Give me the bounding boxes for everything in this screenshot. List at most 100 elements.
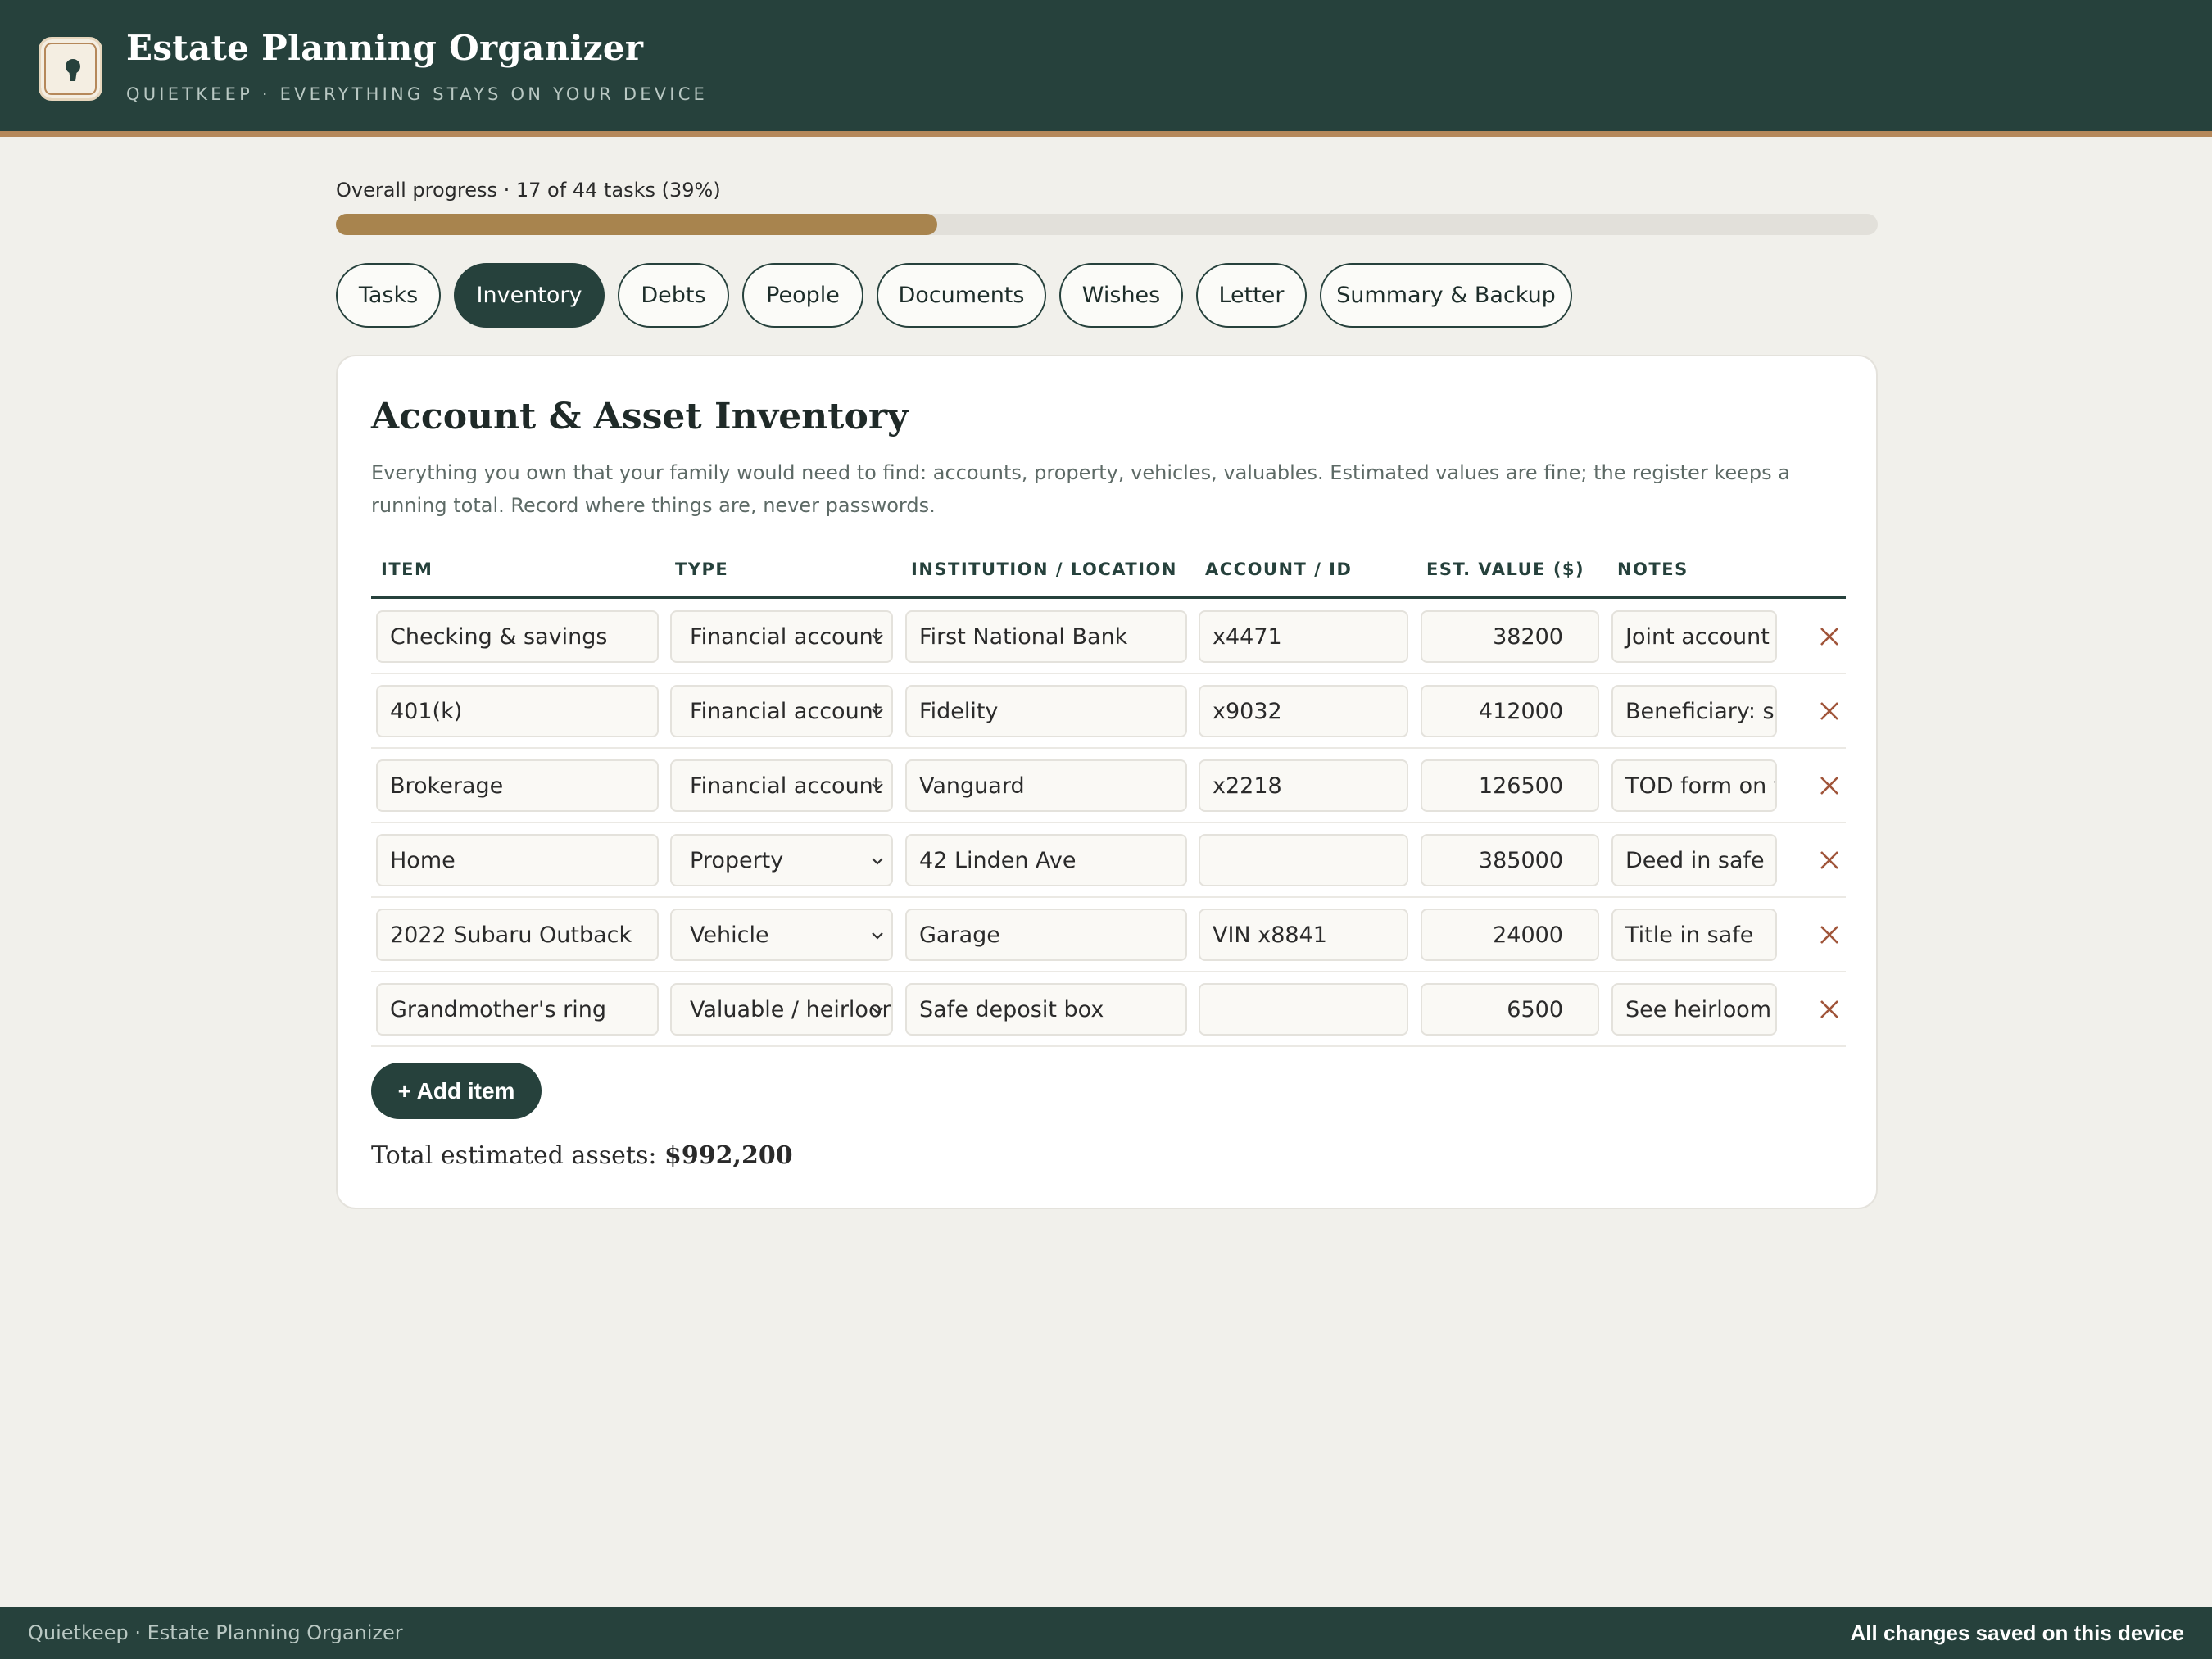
app-logo [39, 37, 102, 101]
notes-value: See heirloom l [1625, 996, 1777, 1022]
type-value: Financial account [690, 773, 882, 799]
progress-bar [336, 214, 1878, 235]
notes-input[interactable]: See heirloom l [1611, 983, 1777, 1036]
account-id-input[interactable]: VIN x8841 [1199, 909, 1408, 961]
app-footer: Quietkeep · Estate Planning Organizer Al… [0, 1607, 2212, 1659]
value-input[interactable]: 6500 [1421, 983, 1599, 1036]
value-value: 6500 [1507, 996, 1563, 1022]
value-value: 385000 [1478, 847, 1563, 873]
column-header-notes: NOTES [1617, 560, 1688, 579]
item-name-value: Brokerage [390, 773, 504, 799]
item-name-input[interactable]: Home [376, 834, 659, 886]
footer-app-name: Quietkeep · Estate Planning Organizer [28, 1621, 403, 1644]
notes-input[interactable]: Beneficiary: sp [1611, 685, 1777, 737]
account-id-input[interactable]: x4471 [1199, 610, 1408, 663]
value-input[interactable]: 126500 [1421, 759, 1599, 812]
close-icon[interactable] [1818, 774, 1841, 797]
item-name-input[interactable]: 401(k) [376, 685, 659, 737]
tab-debts[interactable]: Debts [618, 263, 729, 328]
progress-fill [336, 214, 937, 235]
save-status: All changes saved on this device [1850, 1620, 2184, 1645]
notes-value: Title in safe [1625, 922, 1754, 948]
account-id-value: VIN x8841 [1213, 922, 1327, 948]
tab-summary-backup[interactable]: Summary & Backup [1320, 263, 1572, 328]
inventory-card: Account & Asset Inventory Everything you… [336, 355, 1878, 1209]
app-title: Estate Planning Organizer [126, 28, 644, 68]
chevron-down-icon [872, 858, 883, 865]
tab-people[interactable]: People [742, 263, 863, 328]
notes-value: Beneficiary: sp [1625, 698, 1777, 724]
type-select[interactable]: Vehicle [670, 909, 893, 961]
item-name-value: 2022 Subaru Outback [390, 922, 632, 948]
chevron-down-icon [872, 709, 883, 716]
close-icon[interactable] [1818, 625, 1841, 648]
type-value: Financial account [690, 698, 882, 724]
location-input[interactable]: Fidelity [905, 685, 1187, 737]
table-row: Brokerage Financial account Vanguard x2218 1… [371, 749, 1846, 823]
location-value: Garage [919, 922, 1000, 948]
location-value: 42 Linden Ave [919, 847, 1077, 873]
type-select[interactable]: Financial account [670, 759, 893, 812]
location-input[interactable]: Safe deposit box [905, 983, 1187, 1036]
item-name-value: 401(k) [390, 698, 463, 724]
table-row: 2022 Subaru Outback Vehicle Garage VIN x884… [371, 898, 1846, 972]
value-value: 126500 [1478, 773, 1563, 799]
type-select[interactable]: Valuable / heirloom [670, 983, 893, 1036]
total-assets: Total estimated assets: $992,200 [371, 1141, 793, 1170]
notes-input[interactable]: Deed in safe [1611, 834, 1777, 886]
value-input[interactable]: 385000 [1421, 834, 1599, 886]
column-header-location: INSTITUTION / LOCATION [911, 560, 1177, 579]
account-id-input[interactable] [1199, 834, 1408, 886]
type-select[interactable]: Financial account [670, 685, 893, 737]
close-icon[interactable] [1818, 700, 1841, 723]
notes-input[interactable]: Joint account [1611, 610, 1777, 663]
type-select[interactable]: Property [670, 834, 893, 886]
total-assets-label: Total estimated assets: [371, 1141, 657, 1170]
notes-input[interactable]: TOD form on f [1611, 759, 1777, 812]
type-value: Vehicle [690, 922, 769, 948]
tab-tasks[interactable]: Tasks [336, 263, 441, 328]
header-divider [371, 596, 1846, 599]
location-input[interactable]: First National Bank [905, 610, 1187, 663]
app-subtitle: QUIETKEEP · EVERYTHING STAYS ON YOUR DEV… [126, 84, 709, 104]
location-input[interactable]: 42 Linden Ave [905, 834, 1187, 886]
notes-input[interactable]: Title in safe [1611, 909, 1777, 961]
app-header: Estate Planning Organizer QUIETKEEP · EV… [0, 0, 2212, 137]
tab-inventory[interactable]: Inventory [454, 263, 605, 328]
table-row: Checking & savings Financial account First… [371, 600, 1846, 674]
item-name-input[interactable]: 2022 Subaru Outback [376, 909, 659, 961]
type-value: Financial account [690, 623, 882, 650]
location-value: Fidelity [919, 698, 999, 724]
tab-wishes[interactable]: Wishes [1059, 263, 1183, 328]
add-item-button[interactable]: + Add item [371, 1063, 542, 1119]
column-header-account: ACCOUNT / ID [1205, 560, 1353, 579]
progress-label: Overall progress · 17 of 44 tasks (39%) [336, 179, 721, 202]
type-select[interactable]: Financial account [670, 610, 893, 663]
location-input[interactable]: Vanguard [905, 759, 1187, 812]
notes-value: Joint account [1625, 623, 1770, 650]
tab-letter[interactable]: Letter [1196, 263, 1307, 328]
value-input[interactable]: 412000 [1421, 685, 1599, 737]
chevron-down-icon [872, 783, 883, 791]
keyhole-icon [66, 59, 80, 81]
account-id-input[interactable] [1199, 983, 1408, 1036]
table-row: Home Property 42 Linden Ave 385000 Deed in s… [371, 823, 1846, 898]
item-name-input[interactable]: Grandmother's ring [376, 983, 659, 1036]
account-id-value: x2218 [1213, 773, 1282, 799]
close-icon[interactable] [1818, 998, 1841, 1021]
account-id-input[interactable]: x2218 [1199, 759, 1408, 812]
value-input[interactable]: 24000 [1421, 909, 1599, 961]
location-value: Vanguard [919, 773, 1025, 799]
close-icon[interactable] [1818, 923, 1841, 946]
account-id-input[interactable]: x9032 [1199, 685, 1408, 737]
page-title: Account & Asset Inventory [371, 396, 909, 437]
chevron-down-icon [872, 1007, 883, 1014]
column-header-type: TYPE [675, 560, 729, 579]
value-input[interactable]: 38200 [1421, 610, 1599, 663]
item-name-input[interactable]: Checking & savings [376, 610, 659, 663]
close-icon[interactable] [1818, 849, 1841, 872]
page-description: Everything you own that your family woul… [371, 461, 1790, 517]
tab-documents[interactable]: Documents [877, 263, 1046, 328]
location-input[interactable]: Garage [905, 909, 1187, 961]
item-name-input[interactable]: Brokerage [376, 759, 659, 812]
